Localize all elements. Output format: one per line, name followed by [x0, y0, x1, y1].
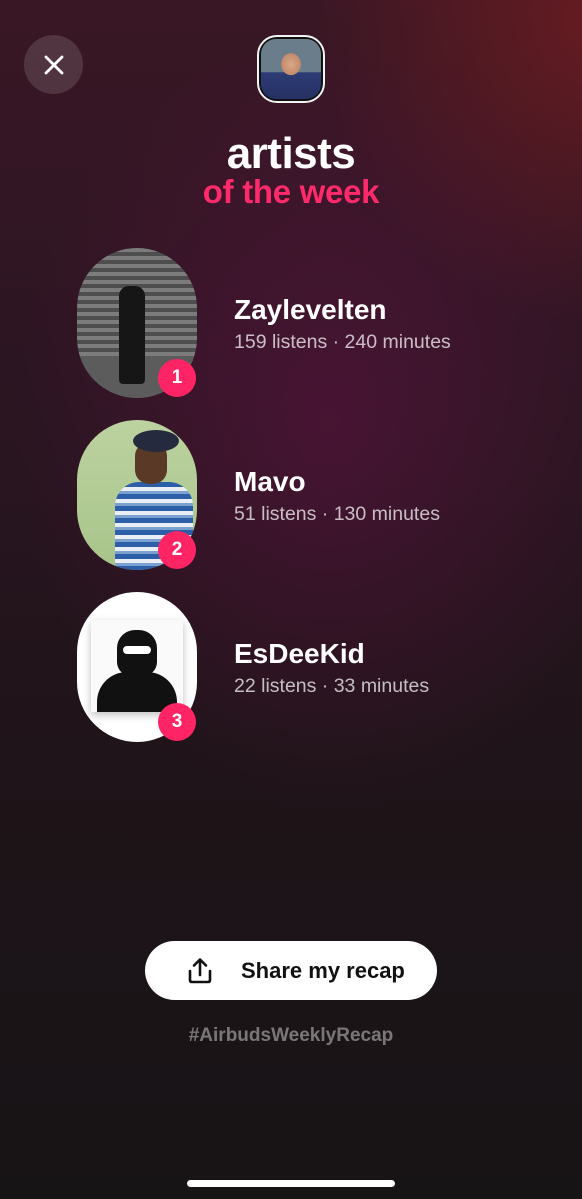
page-subtitle: of the week — [202, 173, 380, 210]
artist-stats: 22 listens · 33 minutes — [234, 675, 430, 697]
artist-name: EsDeeKid — [234, 638, 365, 669]
artist-name: Mavo — [234, 466, 306, 497]
artist-stats: 159 listens · 240 minutes — [234, 331, 451, 353]
avatar-image — [261, 39, 321, 99]
artist-stats: 51 listens · 130 minutes — [234, 503, 440, 525]
share-icon — [188, 957, 212, 983]
artist-name: Zaylevelten — [234, 294, 387, 325]
artist-item-3[interactable]: 3 EsDeeKid 22 listens · 33 minutes — [77, 592, 557, 742]
rank-badge: 1 — [158, 359, 196, 397]
profile-avatar[interactable] — [257, 35, 325, 103]
home-indicator[interactable] — [187, 1180, 395, 1187]
rank-badge: 2 — [158, 531, 196, 569]
artist-item-1[interactable]: 1 Zaylevelten 159 listens · 240 minutes — [77, 248, 557, 398]
artist-item-2[interactable]: 2 Mavo 51 listens · 130 minutes — [77, 420, 557, 570]
hashtag-text: #AirbudsWeeklyRecap — [188, 1025, 394, 1046]
share-recap-button[interactable]: Share my recap — [145, 941, 437, 1000]
close-icon — [44, 55, 63, 74]
share-button-label: Share my recap — [241, 957, 405, 983]
rank-badge: 3 — [158, 703, 196, 741]
close-button[interactable] — [24, 35, 83, 94]
